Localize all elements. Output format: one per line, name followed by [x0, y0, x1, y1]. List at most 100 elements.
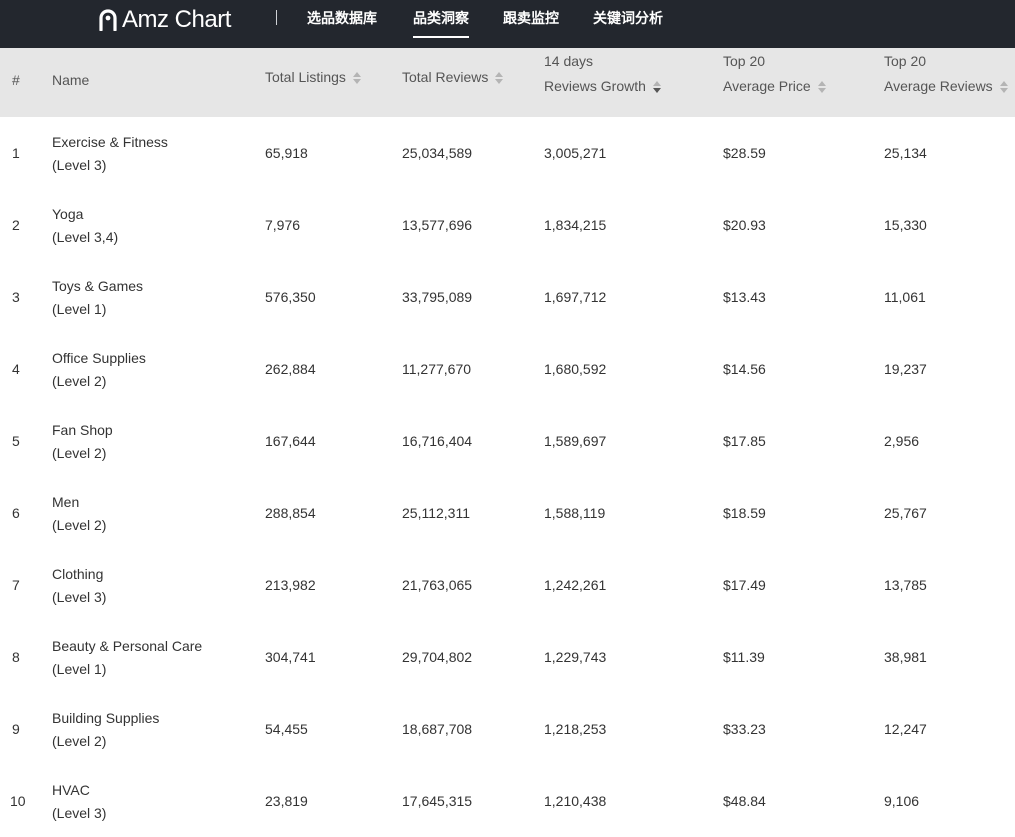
row-index: 5 — [12, 433, 20, 449]
total-listings-cell: 213,982 — [265, 577, 316, 593]
total-reviews-cell: 11,277,670 — [402, 361, 472, 377]
row-index: 3 — [12, 289, 20, 305]
row-index: 7 — [12, 577, 20, 593]
nav-item-category-insights[interactable]: 品类洞察 — [413, 10, 469, 38]
nav-item-product-database[interactable]: 选品数据库 — [307, 10, 377, 30]
total-reviews-cell: 25,112,311 — [402, 505, 470, 521]
total-listings-cell: 65,918 — [265, 145, 308, 161]
category-level: (Level 3,4) — [52, 229, 119, 245]
average-reviews-cell: 2,956 — [884, 433, 920, 449]
column-header-average-price-line2: Average Price — [723, 78, 811, 94]
total-reviews-cell: 25,034,589 — [402, 145, 473, 161]
reviews-growth-cell: 1,680,592 — [544, 361, 607, 377]
average-reviews-cell: 38,981 — [884, 649, 927, 665]
category-level: (Level 1) — [52, 661, 107, 677]
total-reviews-cell: 33,795,089 — [402, 289, 473, 305]
total-listings-cell: 7,976 — [265, 217, 301, 233]
total-listings-cell: 167,644 — [265, 433, 316, 449]
sort-icon[interactable] — [495, 71, 504, 85]
logo[interactable]: Amz Chart — [98, 6, 231, 34]
average-price-cell: $18.59 — [723, 505, 766, 521]
column-header-total-listings[interactable]: Total Listings — [265, 69, 362, 85]
sort-icon[interactable] — [817, 80, 827, 94]
category-name[interactable]: Office Supplies — [52, 350, 146, 366]
reviews-growth-cell: 1,210,438 — [544, 793, 607, 809]
average-reviews-cell: 13,785 — [884, 577, 927, 593]
category-name[interactable]: Yoga — [52, 206, 83, 222]
column-header-index: # — [12, 72, 20, 88]
column-header-total-listings-label: Total Listings — [265, 69, 346, 85]
total-listings-cell: 54,455 — [265, 721, 308, 737]
reviews-growth-cell: 1,697,712 — [544, 289, 607, 305]
category-name[interactable]: Fan Shop — [52, 422, 113, 438]
row-index: 2 — [12, 217, 20, 233]
total-reviews-cell: 18,687,708 — [402, 721, 473, 737]
table-row[interactable]: 4 Office Supplies (Level 2) 262,884 11,2… — [0, 333, 1015, 406]
logo-text: Amz Chart — [122, 6, 231, 33]
reviews-growth-cell: 1,229,743 — [544, 649, 607, 665]
nav-item-hijack-monitor[interactable]: 跟卖监控 — [503, 10, 559, 30]
category-name[interactable]: Beauty & Personal Care — [52, 638, 202, 654]
category-name[interactable]: HVAC — [52, 782, 90, 798]
table-row[interactable]: 3 Toys & Games (Level 1) 576,350 33,795,… — [0, 261, 1015, 334]
nav-divider — [276, 10, 277, 25]
total-reviews-cell: 17,645,315 — [402, 793, 473, 809]
sort-icon[interactable] — [352, 71, 362, 85]
table-row[interactable]: 2 Yoga (Level 3,4) 7,976 13,577,696 1,83… — [0, 189, 1015, 262]
column-header-average-reviews-line1: Top 20 — [884, 53, 927, 69]
total-listings-cell: 288,854 — [265, 505, 316, 521]
category-name[interactable]: Clothing — [52, 566, 103, 582]
category-name[interactable]: Toys & Games — [52, 278, 143, 294]
row-index: 1 — [12, 145, 20, 161]
table-row[interactable]: 1 Exercise & Fitness (Level 3) 65,918 25… — [0, 117, 1015, 190]
total-listings-cell: 23,819 — [265, 793, 308, 809]
average-reviews-cell: 12,247 — [884, 721, 927, 737]
table-row[interactable]: 10 HVAC (Level 3) 23,819 17,645,315 1,21… — [0, 765, 1015, 837]
sort-icon[interactable] — [999, 80, 1009, 94]
average-price-cell: $33.23 — [723, 721, 766, 737]
top-nav-bar: Amz Chart 选品数据库 品类洞察 跟卖监控 关键词分析 — [0, 0, 1015, 48]
average-reviews-cell: 15,330 — [884, 217, 927, 233]
average-reviews-cell: 19,237 — [884, 361, 927, 377]
average-price-cell: $17.49 — [723, 577, 766, 593]
category-level: (Level 3) — [52, 805, 107, 821]
column-header-total-reviews[interactable]: Total Reviews — [402, 69, 504, 85]
total-reviews-cell: 13,577,696 — [402, 217, 473, 233]
reviews-growth-cell: 1,588,119 — [544, 505, 606, 521]
table-row[interactable]: 8 Beauty & Personal Care (Level 1) 304,7… — [0, 621, 1015, 694]
row-index: 9 — [12, 721, 20, 737]
column-header-index-label: # — [12, 72, 20, 88]
column-header-name-label: Name — [52, 72, 90, 88]
total-reviews-cell: 16,716,404 — [402, 433, 473, 449]
nav-item-keyword-analysis[interactable]: 关键词分析 — [593, 10, 663, 30]
column-header-reviews-growth-line2: Reviews Growth — [544, 78, 646, 94]
average-reviews-cell: 9,106 — [884, 793, 920, 809]
average-price-cell: $17.85 — [723, 433, 766, 449]
column-header-name: Name — [52, 72, 89, 88]
row-index: 8 — [12, 649, 20, 665]
average-price-cell: $14.56 — [723, 361, 766, 377]
average-reviews-cell: 25,767 — [884, 505, 927, 521]
row-index: 6 — [12, 505, 20, 521]
category-level: (Level 1) — [52, 301, 107, 317]
category-name[interactable]: Building Supplies — [52, 710, 159, 726]
category-level: (Level 2) — [52, 445, 107, 461]
table-header: # Name Total Listings Total Reviews 14 d… — [0, 48, 1015, 117]
reviews-growth-cell: 1,834,215 — [544, 217, 607, 233]
sort-desc-icon[interactable] — [652, 80, 662, 94]
row-index: 10 — [10, 793, 26, 809]
table-row[interactable]: 9 Building Supplies (Level 2) 54,455 18,… — [0, 693, 1015, 766]
average-reviews-cell: 11,061 — [884, 289, 926, 305]
average-price-cell: $11.39 — [723, 649, 765, 665]
reviews-growth-cell: 1,218,253 — [544, 721, 607, 737]
table-row[interactable]: 7 Clothing (Level 3) 213,982 21,763,065 … — [0, 549, 1015, 622]
table-row[interactable]: 6 Men (Level 2) 288,854 25,112,311 1,588… — [0, 477, 1015, 550]
category-level: (Level 3) — [52, 157, 107, 173]
category-name[interactable]: Men — [52, 494, 79, 510]
total-listings-cell: 576,350 — [265, 289, 316, 305]
category-name[interactable]: Exercise & Fitness — [52, 134, 168, 150]
category-level: (Level 2) — [52, 373, 107, 389]
total-reviews-cell: 21,763,065 — [402, 577, 473, 593]
total-listings-cell: 304,741 — [265, 649, 316, 665]
table-row[interactable]: 5 Fan Shop (Level 2) 167,644 16,716,404 … — [0, 405, 1015, 478]
